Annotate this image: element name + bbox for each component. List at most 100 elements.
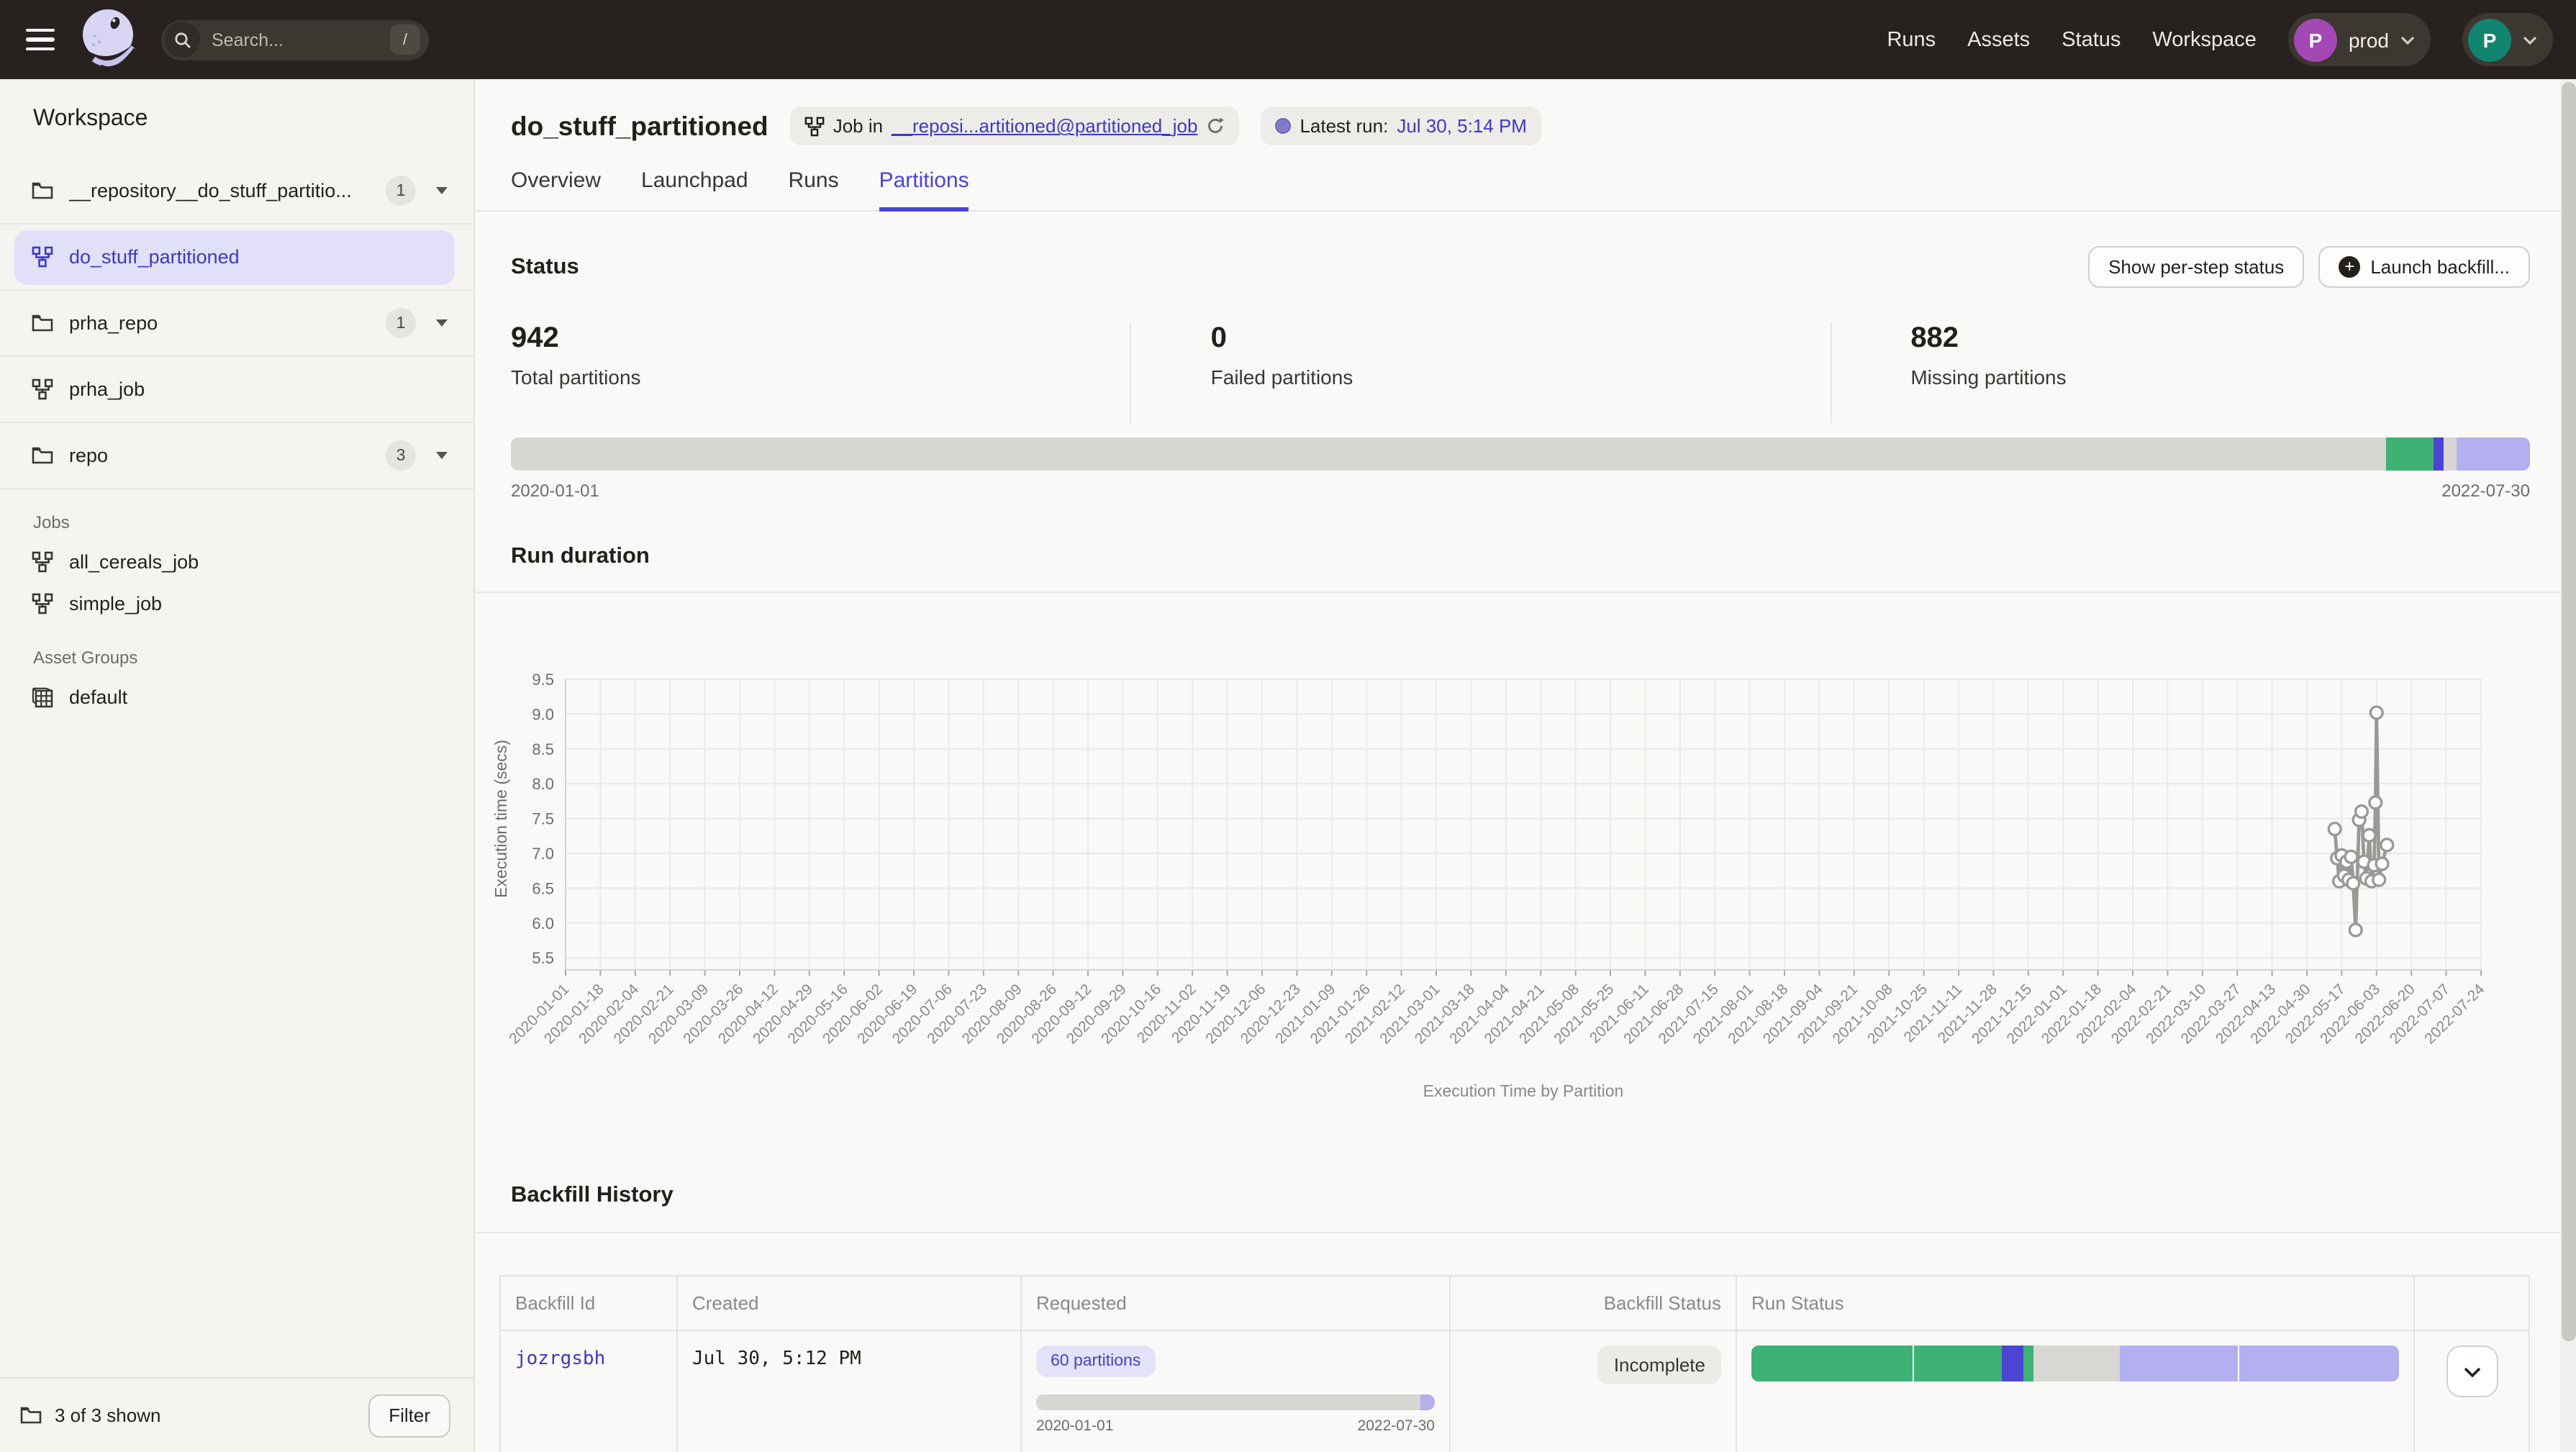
stat-total-partitions: 942 Total partitions (511, 322, 1130, 423)
latest-run-link[interactable]: Jul 30, 5:14 PM (1397, 115, 1527, 137)
run-status-dot (1275, 118, 1291, 134)
svg-text:8.0: 8.0 (532, 775, 554, 793)
launch-backfill-button[interactable]: + Launch backfill... (2318, 246, 2530, 288)
expand-row-button[interactable] (2446, 1346, 2498, 1397)
job-location-badge: Job in __reposi...artitioned@partitioned… (790, 106, 1240, 145)
tab-runs[interactable]: Runs (789, 168, 839, 212)
backfill-status-cell: Incomplete (1449, 1331, 1736, 1452)
sidebar-item-repo[interactable]: repo 3 (0, 423, 473, 489)
sidebar-item-prha-repo[interactable]: prha_repo 1 (0, 291, 473, 357)
sidebar-item-prha-job[interactable]: prha_job (0, 357, 473, 423)
tab-partitions[interactable]: Partitions (879, 168, 969, 212)
backfill-id-cell: jozrgsbh (501, 1331, 676, 1452)
caret-down-icon[interactable] (436, 187, 448, 194)
search-placeholder: Search... (212, 30, 390, 50)
svg-text:6.0: 6.0 (532, 915, 554, 933)
stat-value: 0 (1211, 322, 1831, 355)
run-duration-heading: Run duration (511, 544, 2540, 570)
sidebar-item-label: default (69, 686, 127, 708)
backfill-history-heading: Backfill History (511, 1183, 2540, 1209)
partition-range-end: 2022-07-30 (2441, 481, 2530, 501)
user-avatar: P (2468, 18, 2511, 61)
page-header: do_stuff_partitioned Job in __reposi...a… (475, 79, 2576, 145)
backfill-status-badge: Incomplete (1598, 1346, 1721, 1384)
nav-link-status[interactable]: Status (2062, 28, 2121, 51)
nav-link-workspace[interactable]: Workspace (2152, 28, 2257, 51)
svg-text:7.5: 7.5 (532, 810, 554, 828)
row-actions-cell (2413, 1331, 2529, 1452)
svg-text:9.0: 9.0 (532, 705, 554, 723)
count-badge: 1 (386, 176, 416, 206)
caret-down-icon[interactable] (436, 452, 448, 459)
filter-button[interactable]: Filter (368, 1394, 450, 1437)
requested-range-end: 2022-07-30 (1358, 1417, 1435, 1435)
job-icon (32, 593, 53, 614)
sidebar-item-repository-do-stuff[interactable]: __repository__do_stuff_partitio... 1 (0, 158, 473, 224)
dagster-logo-icon[interactable] (78, 5, 141, 74)
sidebar-item-all-cereals-job[interactable]: all_cereals_job (0, 541, 473, 583)
chevron-down-icon (2523, 35, 2537, 44)
requested-range-bar (1036, 1394, 1435, 1410)
stat-missing-partitions: 882 Missing partitions (1830, 322, 2530, 423)
show-per-step-status-button[interactable]: Show per-step status (2088, 246, 2304, 288)
nav-link-assets[interactable]: Assets (1967, 28, 2030, 51)
partition-range-start: 2020-01-01 (511, 481, 599, 501)
column-header-backfill-id: Backfill Id (501, 1276, 676, 1331)
repository-link[interactable]: __reposi...artitioned@partitioned_job (892, 115, 1197, 137)
requested-range-start: 2020-01-01 (1036, 1417, 1113, 1435)
asset-groups-section-title: Asset Groups (0, 648, 473, 668)
deployment-switcher[interactable]: P prod (2288, 13, 2431, 66)
sidebar-footer: 3 of 3 shown Filter (0, 1377, 473, 1452)
jobs-section-title: Jobs (0, 512, 473, 532)
tab-overview[interactable]: Overview (511, 168, 601, 212)
column-header-requested: Requested (1020, 1276, 1449, 1331)
column-header-run-status: Run Status (1736, 1276, 2413, 1331)
sidebar-item-default-group[interactable]: default (0, 676, 473, 718)
sidebar-item-label: __repository__do_stuff_partitio... (69, 180, 352, 201)
chevron-down-icon (2400, 35, 2415, 44)
column-header-actions (2413, 1276, 2529, 1331)
created-timestamp: Jul 30, 5:12 PM (692, 1348, 861, 1370)
svg-text:Execution Time by Partition: Execution Time by Partition (1423, 1081, 1624, 1100)
refresh-icon[interactable] (1206, 117, 1225, 135)
count-badge: 1 (386, 308, 416, 338)
tab-bar: Overview Launchpad Runs Partitions (475, 168, 2576, 212)
svg-text:Execution time (secs): Execution time (secs) (491, 740, 510, 898)
latest-run-label: Latest run: (1300, 115, 1388, 137)
svg-text:8.5: 8.5 (532, 740, 554, 758)
search-input[interactable]: Search... / (161, 19, 429, 60)
stat-label: Failed partitions (1211, 366, 1831, 389)
stat-label: Missing partitions (1910, 366, 2530, 389)
folder-icon (32, 446, 53, 465)
page-scrollbar[interactable] (2560, 79, 2576, 1452)
status-heading: Status (511, 254, 579, 280)
sidebar-item-label: all_cereals_job (69, 551, 199, 573)
sidebar-item-simple-job[interactable]: simple_job (0, 583, 473, 625)
partition-status-bar[interactable] (511, 437, 2530, 471)
sidebar-title: Workspace (0, 79, 473, 158)
backfill-id-link[interactable]: jozrgsbh (515, 1348, 605, 1370)
column-header-created: Created (676, 1276, 1020, 1331)
caret-down-icon[interactable] (436, 319, 448, 327)
stat-value: 942 (511, 322, 1130, 355)
folder-icon (32, 314, 53, 332)
svg-text:7.0: 7.0 (532, 845, 554, 863)
sidebar-item-label: simple_job (69, 593, 162, 614)
sidebar-item-label: repo (69, 445, 108, 466)
job-in-label: Job in (833, 115, 883, 137)
folder-icon (32, 181, 53, 200)
nav-link-runs[interactable]: Runs (1887, 28, 1936, 51)
plus-circle-icon: + (2339, 256, 2360, 278)
run-status-bar (1751, 1346, 2399, 1381)
created-cell: Jul 30, 5:12 PM (676, 1331, 1020, 1452)
user-menu[interactable]: P (2462, 13, 2553, 66)
tab-launchpad[interactable]: Launchpad (641, 168, 748, 212)
job-icon (32, 378, 53, 400)
menu-button[interactable] (26, 29, 55, 51)
scrollbar-thumb[interactable] (2561, 82, 2575, 1341)
job-icon (804, 116, 825, 136)
latest-run-badge: Latest run: Jul 30, 5:14 PM (1261, 106, 1541, 145)
workspace-sidebar: Workspace __repository__do_stuff_partiti… (0, 79, 475, 1452)
sidebar-item-do-stuff-partitioned[interactable]: do_stuff_partitioned (0, 224, 473, 291)
requested-partitions-badge[interactable]: 60 partitions (1036, 1346, 1155, 1377)
